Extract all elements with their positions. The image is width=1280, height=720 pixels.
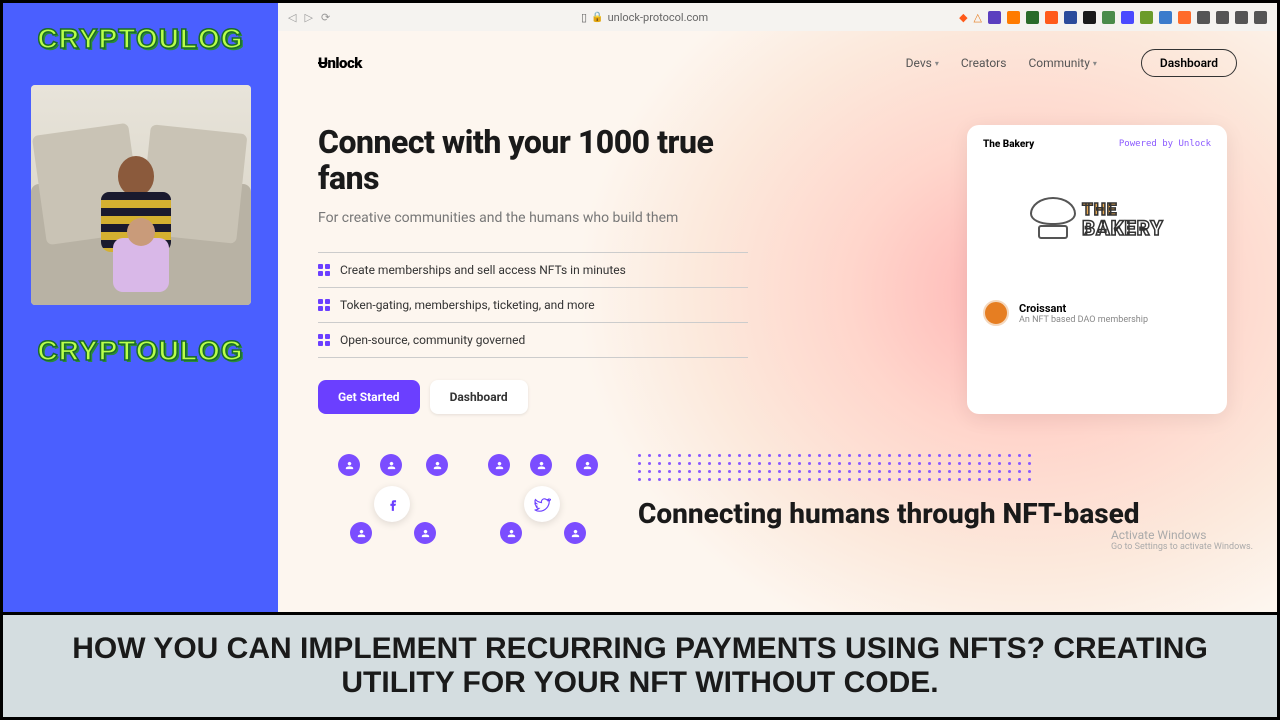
extension-icon-0[interactable] <box>988 11 1001 24</box>
hero-subtitle: For creative communities and the humans … <box>318 209 748 229</box>
showcase-card: The Bakery Powered by Unlock THE BAKERY <box>967 125 1227 414</box>
feature-item: Token-gating, memberships, ticketing, an… <box>318 288 748 323</box>
extension-icon-3[interactable] <box>1045 11 1058 24</box>
warning-icon[interactable]: △ <box>974 11 982 24</box>
get-started-button[interactable]: Get Started <box>318 380 420 414</box>
reload-icon[interactable]: ⟳ <box>321 11 330 24</box>
windows-watermark: Activate Windows Go to Settings to activ… <box>1111 528 1253 552</box>
hero-section: Connect with your 1000 true fans For cre… <box>318 125 748 414</box>
nft-item-desc: An NFT based DAO membership <box>1019 315 1148 325</box>
feature-text: Token-gating, memberships, ticketing, an… <box>340 298 595 312</box>
extension-icon-7[interactable] <box>1121 11 1134 24</box>
nft-item-name: Croissant <box>1019 302 1148 315</box>
feature-item: Create memberships and sell access NFTs … <box>318 253 748 288</box>
feature-text: Create memberships and sell access NFTs … <box>340 263 626 277</box>
card-logo: THE BAKERY <box>983 150 1211 290</box>
browser-window: ◁ ▷ ⟳ ▯ 🔒 unlock-protocol.com ◆ △ Unlock <box>278 3 1277 612</box>
social-clusters <box>338 454 598 544</box>
chevron-down-icon: ▾ <box>1093 59 1097 68</box>
chef-hat-icon <box>1030 197 1076 243</box>
shield-icon: ▯ <box>581 11 587 24</box>
nav-item-creators[interactable]: Creators <box>961 56 1007 70</box>
url-display[interactable]: ▯ 🔒 unlock-protocol.com <box>342 11 947 24</box>
extension-icon-9[interactable] <box>1159 11 1172 24</box>
watermark-line1: Activate Windows <box>1111 528 1253 542</box>
site-nav: Unlock Devs▾ Creators Community▾ Dashboard <box>278 31 1277 95</box>
dashboard-button[interactable]: Dashboard <box>1141 49 1237 77</box>
unlock-logo[interactable]: Unlock <box>318 54 362 72</box>
nft-coin-icon <box>983 300 1009 326</box>
video-title-banner: HOW YOU CAN IMPLEMENT RECURRING PAYMENTS… <box>3 612 1277 717</box>
nav-item-devs[interactable]: Devs▾ <box>906 56 939 70</box>
extension-icon-10[interactable] <box>1178 11 1191 24</box>
host-photo <box>31 85 251 305</box>
hero-title: Connect with your 1000 true fans <box>318 125 748 197</box>
extension-icon-12[interactable] <box>1216 11 1229 24</box>
twitter-icon[interactable] <box>524 486 560 522</box>
extension-icon-8[interactable] <box>1140 11 1153 24</box>
nav-item-community[interactable]: Community▾ <box>1028 56 1096 70</box>
feature-list: Create memberships and sell access NFTs … <box>318 252 748 358</box>
extension-icons: ◆ △ <box>959 11 1267 24</box>
extension-icon-13[interactable] <box>1235 11 1248 24</box>
feature-text: Open-source, community governed <box>340 333 525 347</box>
extension-icon-1[interactable] <box>1007 11 1020 24</box>
facebook-cluster <box>338 454 448 544</box>
back-icon[interactable]: ◁ <box>288 11 296 24</box>
lower-headline: Connecting humans through NFT-based <box>638 499 1237 530</box>
chevron-down-icon: ▾ <box>935 59 939 68</box>
feature-item: Open-source, community governed <box>318 323 748 358</box>
feature-bullet-icon <box>318 264 330 276</box>
extension-icon-5[interactable] <box>1083 11 1096 24</box>
twitter-cluster <box>488 454 598 544</box>
video-sidebar: CRYPTOULOG CRYPTOULOG <box>3 3 278 612</box>
powered-by-label: Powered by Unlock <box>1119 139 1211 150</box>
decorative-dot-grid <box>638 454 1237 481</box>
forward-icon[interactable]: ▷ <box>304 11 312 24</box>
brand-logo-bottom: CRYPTOULOG <box>37 335 243 367</box>
lock-icon: 🔒 <box>591 12 603 23</box>
card-title: The Bakery <box>983 139 1034 150</box>
extension-icon-4[interactable] <box>1064 11 1077 24</box>
address-bar: ◁ ▷ ⟳ ▯ 🔒 unlock-protocol.com ◆ △ <box>278 3 1277 31</box>
watermark-line2: Go to Settings to activate Windows. <box>1111 542 1253 552</box>
dashboard-secondary-button[interactable]: Dashboard <box>430 380 528 414</box>
facebook-icon[interactable] <box>374 486 410 522</box>
banner-text: HOW YOU CAN IMPLEMENT RECURRING PAYMENTS… <box>23 632 1257 699</box>
feature-bullet-icon <box>318 334 330 346</box>
brave-icon[interactable]: ◆ <box>959 11 967 24</box>
extension-icon-11[interactable] <box>1197 11 1210 24</box>
url-text: unlock-protocol.com <box>608 11 709 24</box>
feature-bullet-icon <box>318 299 330 311</box>
bakery-text-line2: BAKERY <box>1082 219 1164 238</box>
extension-icon-2[interactable] <box>1026 11 1039 24</box>
extension-icon-6[interactable] <box>1102 11 1115 24</box>
extension-icon-14[interactable] <box>1254 11 1267 24</box>
brand-logo-top: CRYPTOULOG <box>37 23 243 55</box>
